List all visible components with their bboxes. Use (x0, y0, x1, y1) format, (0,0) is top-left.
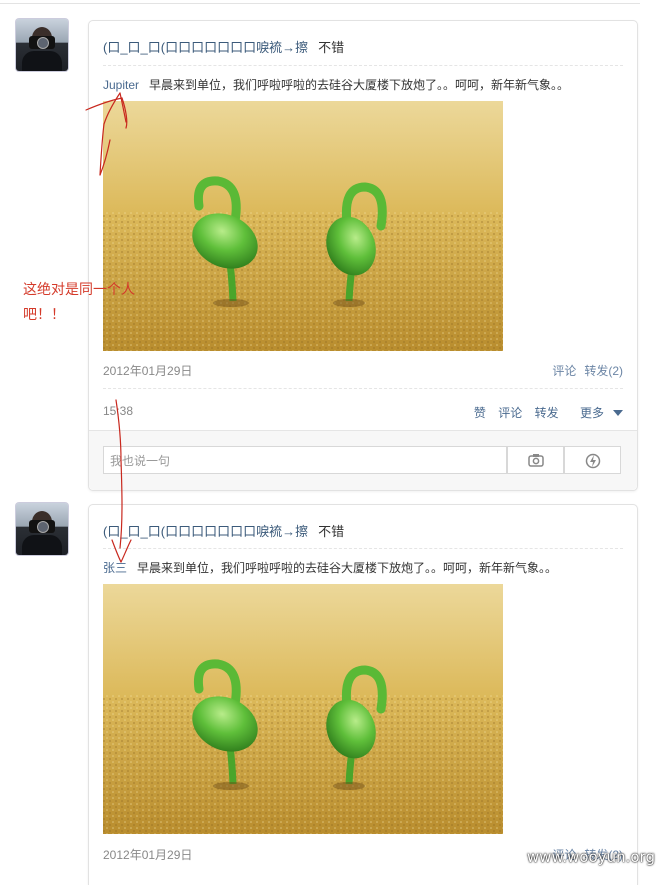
like-button[interactable]: 赞 (474, 406, 486, 420)
divider (103, 548, 623, 549)
camera-icon (527, 454, 544, 467)
post-image[interactable] (103, 101, 503, 351)
top-divider (0, 3, 640, 4)
photo-button[interactable] (507, 446, 564, 474)
divider (103, 65, 623, 66)
repost-comment: 不错 (318, 524, 345, 539)
repost-title: (口_口_口(口口口口口口口唳裗→擦 不错 (103, 521, 344, 540)
more-label: 更多 (579, 406, 604, 420)
annotation-line-2: 吧！！ (23, 306, 65, 322)
avatar[interactable] (16, 19, 68, 71)
original-post-text: 张三 早晨来到单位，我们呼啦呼啦的去硅谷大厦楼下放炮了。。呵呵，新年新气象。。 (103, 559, 557, 576)
caret-down-icon (613, 410, 623, 416)
comment-input[interactable]: 我也说一句 (103, 446, 507, 474)
watermark: www.wooyun.org (526, 848, 655, 866)
annotation-text: 这绝对是同一个人 吧！！ (23, 277, 135, 327)
original-author-link[interactable]: 张三 (103, 561, 127, 575)
repost-comment: 不错 (318, 40, 345, 55)
annotation-line-1: 这绝对是同一个人 (23, 281, 135, 297)
original-content: 早晨来到单位，我们呼啦呼啦的去硅谷大厦楼下放炮了。。呵呵，新年新气象。。 (137, 561, 558, 575)
divider (103, 388, 623, 389)
original-forward-link[interactable]: 转发(2) (584, 364, 623, 378)
reposter-name[interactable]: (口_口_口(口口口口口口口唳裗→擦 (103, 524, 308, 539)
emoji-button[interactable] (564, 446, 621, 474)
feed-card: (口_口_口(口口口口口口口唳裗→擦 不错 Jupiter 早晨来到单位，我们呼啦呼… (88, 20, 638, 491)
comment-area: 我也说一句 (89, 430, 637, 490)
post-time[interactable]: 15:38 (103, 404, 133, 418)
reposter-name[interactable]: (口_口_口(口口口口口口口唳裗→擦 (103, 40, 308, 55)
original-author-link[interactable]: Jupiter (103, 78, 139, 92)
repost-title: (口_口_口(口口口口口口口唳裗→擦 不错 (103, 37, 344, 56)
original-post-text: Jupiter 早晨来到单位，我们呼啦呼啦的去硅谷大厦楼下放炮了。。呵呵，新年新气… (103, 76, 569, 93)
forward-button[interactable]: 转发 (535, 406, 559, 420)
avatar[interactable] (16, 503, 68, 555)
lightning-face-icon (585, 453, 600, 469)
original-comment-link[interactable]: 评论 (552, 364, 576, 378)
post-image[interactable] (103, 584, 503, 834)
original-date[interactable]: 2012年01月29日 (103, 364, 192, 378)
feed-card: (口_口_口(口口口口口口口唳裗→擦 不错 张三 早晨来到单位，我们呼啦呼啦的去硅谷… (88, 504, 638, 885)
action-bar: 15:38 赞 评论 转发 更多 (103, 404, 623, 420)
comment-button[interactable]: 评论 (498, 406, 522, 420)
original-meta: 2012年01月29日 评论 转发(2) (103, 362, 623, 379)
more-button[interactable]: 更多 (571, 406, 623, 420)
original-date[interactable]: 2012年01月29日 (103, 848, 192, 862)
original-content: 早晨来到单位，我们呼啦呼啦的去硅谷大厦楼下放炮了。。呵呵，新年新气象。。 (149, 78, 570, 92)
